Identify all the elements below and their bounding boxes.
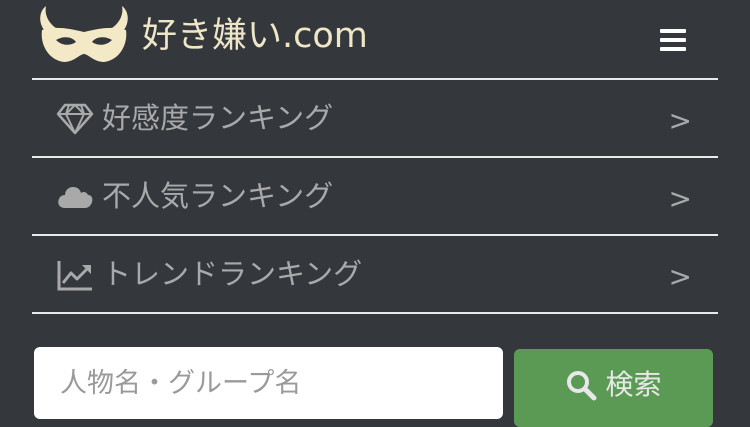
- site-title[interactable]: 好き嫌い.com: [142, 14, 368, 58]
- nav-item-unpopularity-ranking[interactable]: 不人気ランキング >: [32, 156, 718, 234]
- nav-item-trend-ranking[interactable]: トレンドランキング >: [32, 234, 718, 314]
- ranking-nav: 好感度ランキング > 不人気ランキング > トレンドランキング >: [32, 78, 718, 314]
- chevron-right-icon: >: [668, 104, 692, 137]
- chevron-right-icon: >: [668, 260, 692, 293]
- nav-item-label: トレンドランキング: [102, 257, 363, 291]
- nav-item-label: 不人気ランキング: [102, 179, 334, 213]
- site-header: 好き嫌い.com: [0, 0, 750, 80]
- search-button[interactable]: 検索: [514, 349, 713, 427]
- diamond-icon: [56, 103, 94, 135]
- trend-chart-icon: [57, 261, 92, 291]
- search-input[interactable]: [34, 347, 503, 419]
- hamburger-menu-icon[interactable]: [660, 29, 686, 51]
- nav-item-favorability-ranking[interactable]: 好感度ランキング >: [32, 78, 718, 156]
- chevron-right-icon: >: [668, 182, 692, 215]
- search-icon: [567, 371, 597, 401]
- nav-item-label: 好感度ランキング: [102, 101, 334, 135]
- search-button-label: 検索: [605, 368, 662, 401]
- cloud-icon: [58, 187, 93, 208]
- mask-logo-icon[interactable]: [34, 4, 134, 68]
